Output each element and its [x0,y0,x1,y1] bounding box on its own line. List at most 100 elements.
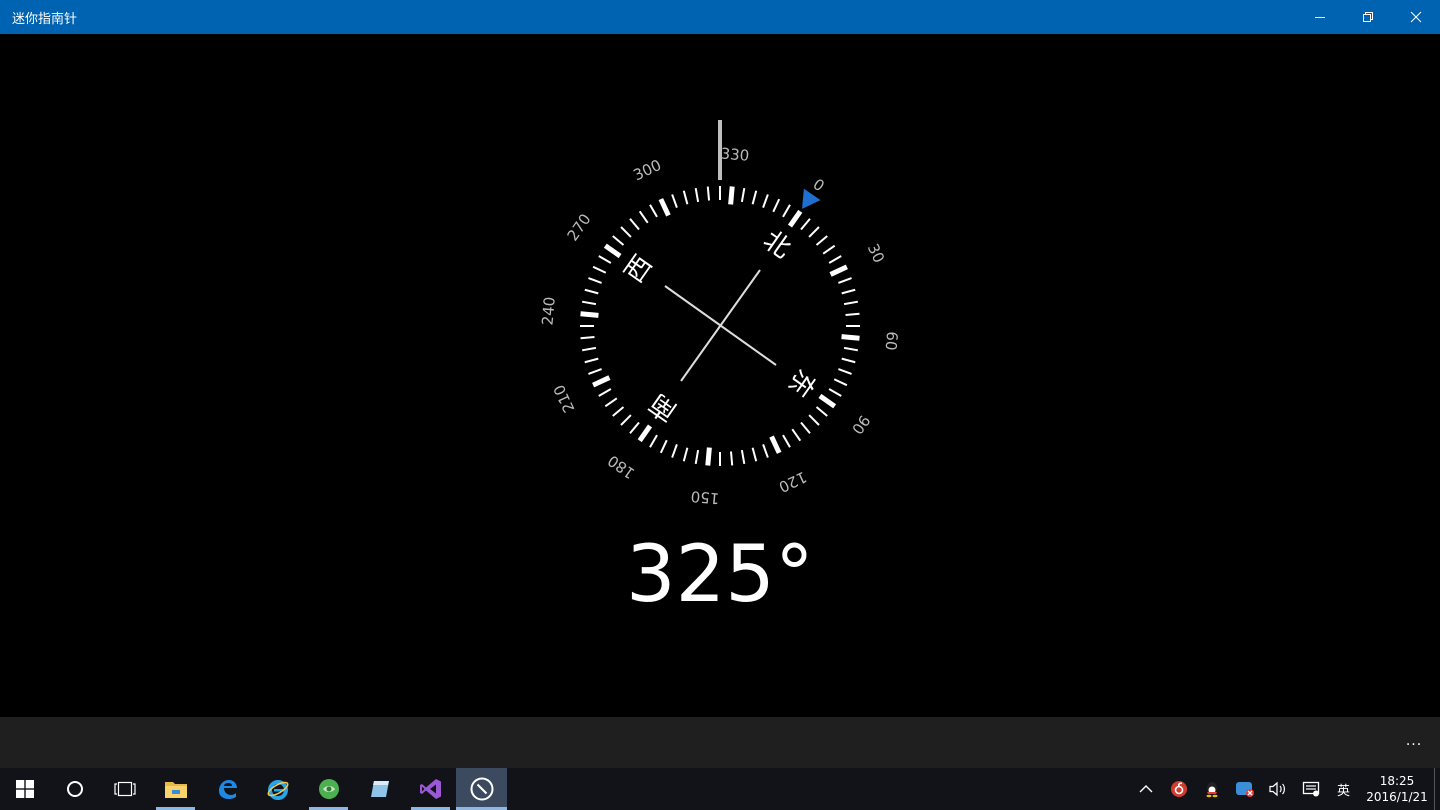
compass-minor-tick [671,444,678,458]
show-hidden-icons-button[interactable] [1129,768,1162,810]
compass-minor-tick [694,449,700,465]
internet-explorer-icon [267,780,288,800]
compass-minor-tick [671,194,678,208]
close-button[interactable] [1392,0,1440,34]
compass-minor-tick [581,300,597,306]
crosshair-line-b [680,269,761,382]
degree-label: 300 [631,156,665,184]
degree-label: 270 [564,210,595,244]
cardinal-label-west: 西 [619,250,658,289]
compass-major-tick [580,311,599,318]
compass-minor-tick [815,406,828,417]
compass-minor-tick [762,194,769,208]
compass-minor-tick [772,198,781,213]
compass-minor-tick [629,218,640,231]
heading-readout: 325° [626,530,814,620]
volume-tray[interactable] [1261,768,1294,810]
compass-minor-tick [782,204,791,218]
compass-minor-tick [800,421,811,434]
green-app-button[interactable] [303,768,354,810]
search-circle-icon [67,781,83,797]
compass-minor-tick [808,414,820,426]
compass-minor-tick [815,235,828,246]
compass-minor-tick [751,190,758,205]
compass-minor-tick [592,265,607,274]
visual-studio-icon [419,779,441,799]
qq-guard-tray[interactable] [1228,768,1261,810]
netease-music-tray[interactable] [1162,768,1195,810]
degree-label: 0 [810,175,828,195]
compass-minor-tick [604,397,618,408]
cortana-button[interactable] [50,768,100,810]
clock-time: 18:25 [1379,774,1415,788]
degree-label: 30 [864,241,888,266]
compass-minor-tick [740,449,746,465]
more-options-button[interactable]: ... [1402,731,1426,751]
minimize-button[interactable] [1296,0,1344,34]
ie-button[interactable] [252,768,303,810]
action-center-icon [1302,781,1319,797]
compass-minor-tick [588,368,602,375]
compass-major-tick [637,424,653,443]
taskbar: 英 18:25 2016/1/21 [0,768,1440,810]
action-center-tray[interactable] [1294,768,1327,810]
app-window: 迷你指南针 330 0 30 60 90 120 150 180 210 240… [0,0,1440,810]
compass-app-button[interactable] [456,768,507,810]
compass-minor-tick [845,312,860,317]
degree-label: 90 [848,412,874,438]
compass-major-tick [829,264,848,277]
compass-minor-tick [808,226,820,238]
compass-minor-tick [612,235,625,246]
task-view-button[interactable] [100,768,150,810]
edge-button[interactable] [201,768,252,810]
system-clock[interactable]: 18:25 2016/1/21 [1360,768,1434,810]
window-title: 迷你指南针 [12,11,78,27]
visual-studio-button[interactable] [405,768,456,810]
compass-minor-tick [580,335,595,340]
compass-minor-tick [791,428,802,442]
clock-date: 2016/1/21 [1366,790,1428,804]
minimize-icon [1315,17,1325,18]
degree-label: 180 [604,451,638,482]
compass-major-tick [658,198,671,217]
notebook-app-button[interactable] [354,768,405,810]
compass-minor-tick [838,277,852,284]
compass-minor-tick [581,346,597,352]
notebook-icon [370,781,389,797]
system-tray: 英 18:25 2016/1/21 [1129,768,1440,810]
qq-tray[interactable] [1195,768,1228,810]
file-explorer-button[interactable] [150,768,201,810]
compass-minor-tick [843,300,859,306]
degree-label: 60 [882,331,902,352]
compass-minor-tick [740,187,746,203]
compass-minor-tick [751,447,758,462]
compass-minor-tick [828,388,842,397]
compass-minor-tick [584,288,599,295]
compass-major-tick [705,447,712,466]
compass-minor-tick [584,357,599,364]
start-button[interactable] [0,768,50,810]
degree-label: 120 [776,468,810,496]
volume-icon [1268,781,1285,797]
cardinal-label-south: 南 [644,387,683,426]
compass-minor-tick [762,444,769,458]
compass-minor-tick [782,434,791,448]
compass-crosshair [664,269,777,382]
compass-minor-tick [629,421,640,434]
compass-minor-tick [682,447,689,462]
close-icon [1410,11,1422,23]
degree-label: 150 [690,487,720,507]
compass-major-tick [787,209,803,228]
ime-indicator[interactable]: 英 [1327,768,1360,810]
show-desktop-button[interactable] [1434,768,1440,810]
edge-icon [218,780,237,799]
compass-dial: 330 0 30 60 90 120 150 180 210 240 270 300 北东南 西 [538,120,902,508]
restore-button[interactable] [1344,0,1392,34]
app-bar: ... [0,717,1440,768]
folder-icon [164,782,187,798]
compass-minor-tick [838,368,852,375]
compass-minor-tick [822,244,836,255]
windows-logo-icon [16,780,34,798]
netease-music-icon [1170,781,1187,797]
compass-minor-tick [598,388,612,397]
